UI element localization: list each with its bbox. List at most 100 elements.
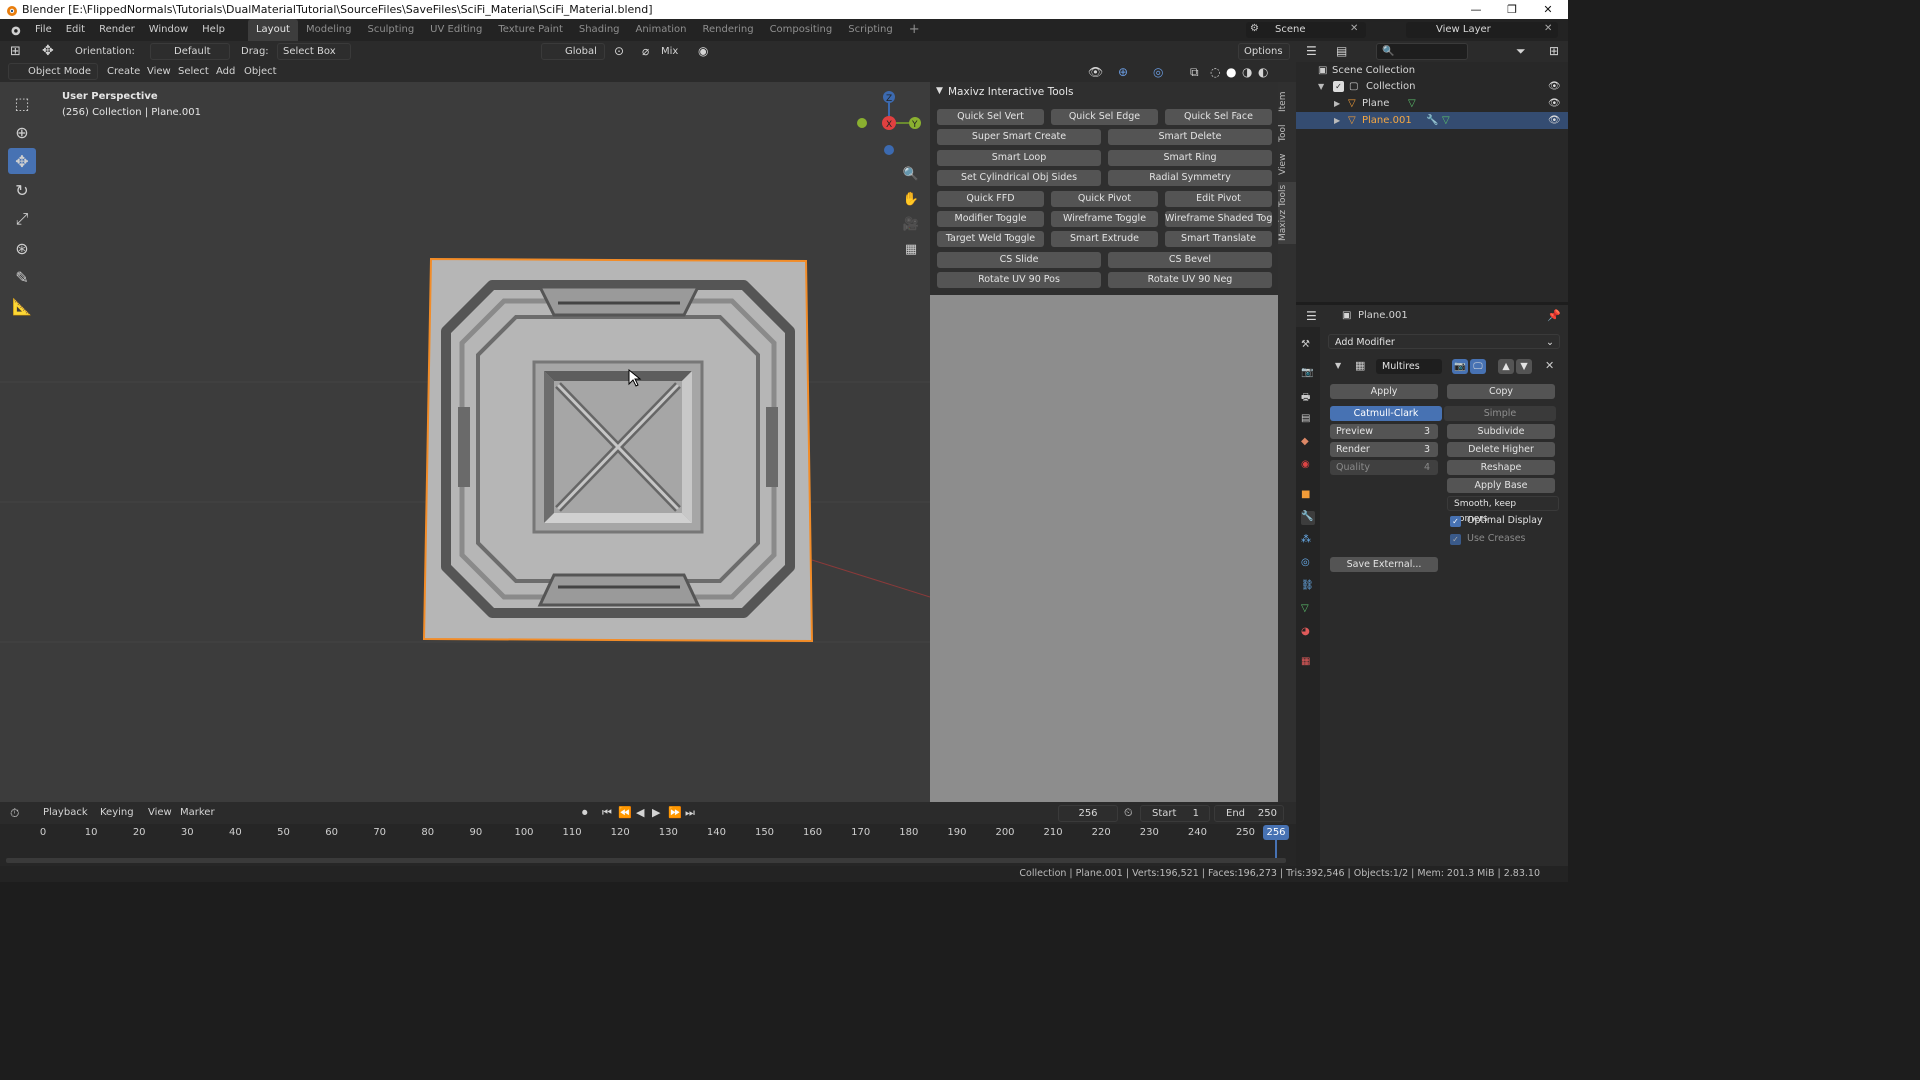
preview-range-icon[interactable]: ⏲: [1124, 802, 1133, 824]
remove-modifier-icon[interactable]: ✕: [1545, 359, 1554, 372]
particles-tab-icon[interactable]: ⁂: [1301, 534, 1315, 548]
filter-icon[interactable]: ⏷: [1516, 41, 1526, 62]
scene-close-icon[interactable]: ✕: [1350, 23, 1358, 34]
orientation-dropdown[interactable]: Default: [150, 43, 230, 60]
eye-icon[interactable]: 👁: [1548, 112, 1561, 129]
display-mode-icon[interactable]: ▤: [1336, 41, 1347, 62]
menu-window[interactable]: Window: [142, 19, 195, 41]
maxivz-button-wireframe-shaded-toggle[interactable]: Wireframe Shaded Toggle: [1165, 211, 1272, 227]
catmull-clark-toggle[interactable]: Catmull-Clark: [1330, 406, 1442, 421]
physics-tab-icon[interactable]: ◎: [1301, 557, 1315, 571]
proportional-edit-icon[interactable]: ◉: [698, 41, 708, 62]
maxivz-button-quick-sel-face[interactable]: Quick Sel Face: [1165, 109, 1272, 125]
camera-view-icon[interactable]: 🎥: [902, 212, 920, 237]
blender-menu-icon[interactable]: [8, 23, 22, 37]
pin-icon[interactable]: 📌: [1547, 305, 1561, 327]
mode-dropdown[interactable]: Object Mode: [8, 63, 98, 80]
quality-field[interactable]: Quality 4: [1330, 460, 1438, 475]
maxivz-button-smart-ring[interactable]: Smart Ring: [1108, 149, 1272, 166]
end-frame-field[interactable]: End 250: [1214, 805, 1284, 822]
tab-uv-editing[interactable]: UV Editing: [422, 19, 490, 41]
add-modifier-dropdown[interactable]: Add Modifier ⌄: [1328, 334, 1560, 349]
apply-base-button[interactable]: Apply Base: [1447, 478, 1555, 493]
timeline-scrollbar[interactable]: [6, 858, 1286, 863]
maxivz-button-wireframe-toggle[interactable]: Wireframe Toggle: [1051, 211, 1158, 227]
copy-button[interactable]: Copy: [1447, 384, 1555, 399]
tab-compositing[interactable]: Compositing: [762, 19, 841, 41]
modifier-tab-icon[interactable]: 🔧: [1301, 511, 1315, 525]
maxivz-button-smart-loop[interactable]: Smart Loop: [937, 149, 1101, 166]
panel-collapse-icon[interactable]: ▼: [936, 86, 943, 96]
current-frame-field[interactable]: 256: [1058, 805, 1118, 822]
checkbox-icon[interactable]: ✓: [1333, 81, 1344, 92]
object-tab-icon[interactable]: ■: [1301, 489, 1315, 503]
menu-playback[interactable]: Playback: [43, 802, 88, 824]
constraints-tab-icon[interactable]: ⛓: [1301, 580, 1315, 594]
optimal-display-checkbox[interactable]: ✓: [1450, 516, 1461, 527]
menu-edit[interactable]: Edit: [59, 19, 92, 41]
move-tool-button-icon[interactable]: ✥: [8, 148, 36, 174]
start-frame-field[interactable]: Start 1: [1140, 805, 1210, 822]
maxivz-button-set-cylindrical-obj-sides[interactable]: Set Cylindrical Obj Sides: [937, 170, 1101, 187]
close-button[interactable]: ✕: [1530, 0, 1566, 19]
editor-type-icon[interactable]: ⊞: [10, 41, 21, 62]
pan-hand-icon[interactable]: ✋: [902, 187, 920, 212]
jump-end-icon[interactable]: ⏭: [685, 802, 695, 824]
maxivz-button-smart-extrude[interactable]: Smart Extrude: [1051, 231, 1158, 248]
simple-toggle[interactable]: Simple: [1444, 406, 1556, 421]
preview-levels-field[interactable]: Preview 3: [1330, 424, 1438, 439]
eye-icon[interactable]: 👁: [1548, 95, 1561, 112]
navigation-gizmo[interactable]: X Y Z: [852, 86, 922, 158]
record-icon[interactable]: ⏺: [582, 802, 588, 824]
annotate-tool-icon[interactable]: ✎: [8, 264, 36, 290]
menu-select[interactable]: Select: [178, 62, 209, 82]
maxivz-button-rotate-uv-90-neg[interactable]: Rotate UV 90 Neg: [1108, 272, 1272, 289]
options-dropdown[interactable]: Options: [1238, 43, 1290, 60]
maxivz-button-radial-symmetry[interactable]: Radial Symmetry: [1108, 170, 1272, 187]
tool-tab-icon[interactable]: ⚒: [1301, 339, 1315, 353]
tab-tool[interactable]: Tool: [1278, 120, 1296, 146]
menu-view[interactable]: View: [147, 62, 171, 82]
maxivz-button-smart-translate[interactable]: Smart Translate: [1165, 231, 1272, 248]
tab-texture-paint[interactable]: Texture Paint: [490, 19, 571, 41]
tab-scripting[interactable]: Scripting: [840, 19, 900, 41]
maxivz-button-cs-slide[interactable]: CS Slide: [937, 251, 1101, 268]
maxivz-button-cs-bevel[interactable]: CS Bevel: [1108, 251, 1272, 268]
reshape-button[interactable]: Reshape: [1447, 460, 1555, 475]
uv-smooth-dropdown[interactable]: Smooth, keep corners: [1447, 496, 1559, 524]
gizmo-toggle-icon[interactable]: ⊕: [1118, 62, 1128, 82]
subdivide-button[interactable]: Subdivide: [1447, 424, 1555, 439]
maxivz-button-rotate-uv-90-pos[interactable]: Rotate UV 90 Pos: [937, 272, 1101, 289]
outliner-search-input[interactable]: 🔍: [1376, 43, 1468, 60]
visibility-icon[interactable]: 👁: [1088, 62, 1103, 82]
maxivz-button-quick-ffd[interactable]: Quick FFD: [937, 190, 1044, 207]
new-collection-icon[interactable]: ⊞: [1549, 41, 1559, 62]
material-shading-icon[interactable]: ◑: [1242, 62, 1252, 82]
outliner-row-plane[interactable]: ▶ ▽ Plane ▽ 👁: [1296, 95, 1568, 112]
snap-icon[interactable]: ⌀: [642, 41, 649, 62]
pivot-icon[interactable]: ⊙: [614, 41, 624, 62]
cursor-tool-icon[interactable]: ⊕: [8, 119, 36, 145]
move-down-icon[interactable]: ▼: [1516, 359, 1532, 374]
timeline[interactable]: 0 10 20 30 40 50 60 70 80 90 100 110 120 130 140 150 160…: [0, 824, 1296, 866]
modifier-collapse-icon[interactable]: ▼: [1335, 361, 1341, 370]
show-viewport-toggle-icon[interactable]: 🖵: [1470, 359, 1486, 374]
menu-timeline-view[interactable]: View: [148, 802, 172, 824]
tab-view[interactable]: View: [1278, 150, 1296, 178]
prev-keyframe-icon[interactable]: ⏪: [618, 802, 632, 824]
tab-item[interactable]: Item: [1278, 88, 1296, 116]
add-workspace-button[interactable]: +: [901, 19, 928, 41]
solid-shading-icon[interactable]: ●: [1226, 62, 1236, 82]
rendered-shading-icon[interactable]: ◐: [1258, 62, 1268, 82]
transform-tool-icon[interactable]: ⊛: [8, 235, 36, 261]
maxivz-button-edit-pivot[interactable]: Edit Pivot: [1165, 190, 1272, 207]
jump-start-icon[interactable]: ⏮: [602, 802, 612, 824]
xray-icon[interactable]: ⧉: [1190, 62, 1199, 82]
output-tab-icon[interactable]: 🖶: [1301, 390, 1315, 404]
move-up-icon[interactable]: ▲: [1498, 359, 1514, 374]
menu-create[interactable]: Create: [107, 62, 140, 82]
menu-marker[interactable]: Marker: [180, 802, 215, 824]
maxivz-button-quick-sel-edge[interactable]: Quick Sel Edge: [1051, 109, 1158, 125]
view-layer-close-icon[interactable]: ✕: [1544, 23, 1552, 34]
maxivz-button-super-smart-create[interactable]: Super Smart Create: [937, 129, 1101, 146]
